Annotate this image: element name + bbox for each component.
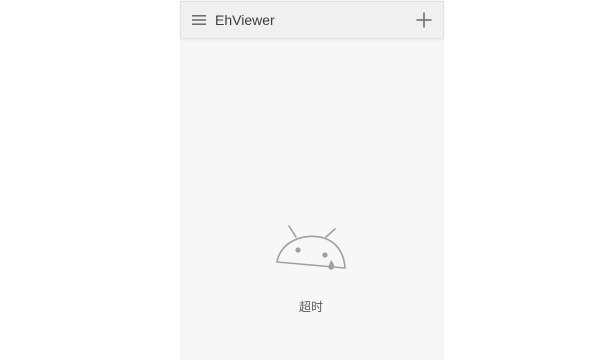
sad-android-icon <box>276 225 346 270</box>
app-toolbar: EhViewer <box>180 1 444 39</box>
add-button[interactable] <box>413 9 435 31</box>
plus-icon <box>416 12 432 28</box>
menu-button[interactable] <box>189 10 209 30</box>
app-screen: EhViewer 超时 <box>180 0 444 360</box>
status-text: 超时 <box>298 300 323 314</box>
app-title: EhViewer <box>215 12 275 28</box>
menu-icon <box>192 15 206 25</box>
